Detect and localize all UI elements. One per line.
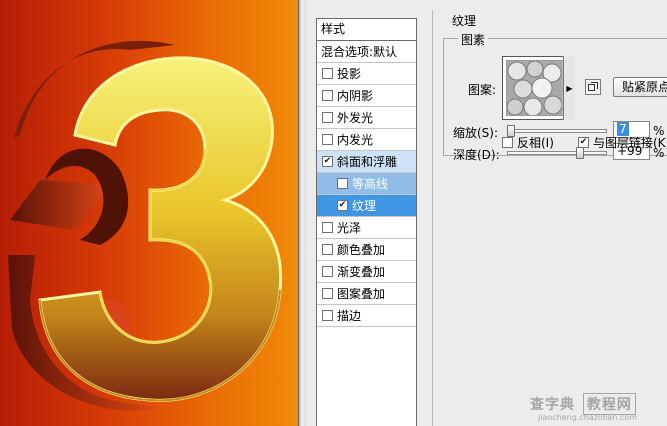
- gradient-overlay-checkbox[interactable]: [322, 266, 333, 277]
- gradient-overlay-label: 渐变叠加: [337, 264, 386, 279]
- link-with-layer-checkbox[interactable]: ✔: [578, 137, 589, 148]
- drop-shadow-checkbox[interactable]: [322, 68, 333, 79]
- pattern-label: 图案:: [468, 83, 497, 97]
- contour-label: 等高线: [352, 176, 389, 191]
- texture-label: 纹理: [352, 198, 377, 213]
- inner-shadow-checkbox[interactable]: [322, 90, 333, 101]
- chevron-right-icon: ▶: [566, 83, 573, 93]
- inner-shadow-label: 内阴影: [337, 88, 374, 103]
- new-preset-icon: [588, 82, 598, 91]
- color-overlay-label: 颜色叠加: [337, 242, 386, 257]
- pattern-overlay-label: 图案叠加: [337, 286, 386, 301]
- watermark-main-b: 教程网: [582, 393, 636, 415]
- snap-to-origin-button[interactable]: 贴紧原点: [613, 77, 667, 97]
- color-overlay-checkbox[interactable]: [322, 244, 333, 255]
- satin-checkbox[interactable]: [322, 222, 333, 233]
- style-item-contour[interactable]: 等高线: [317, 173, 416, 195]
- stroke-label: 描边: [337, 308, 362, 323]
- blending-options-label: 混合选项:默认: [321, 44, 398, 59]
- new-preset-button[interactable]: [585, 79, 601, 95]
- style-item-stroke[interactable]: 描边: [317, 305, 416, 327]
- satin-label: 光泽: [337, 220, 362, 235]
- invert-checkbox[interactable]: [502, 137, 513, 148]
- style-item-bevel-emboss[interactable]: ✔ 斜面和浮雕: [317, 151, 416, 173]
- inner-glow-label: 内发光: [337, 132, 374, 147]
- style-item-texture[interactable]: ✔ 纹理: [317, 195, 416, 217]
- elements-group-title: 图素: [458, 31, 489, 48]
- pattern-preview: [506, 60, 571, 116]
- canvas-artwork: [8, 40, 283, 411]
- blending-options-item[interactable]: 混合选项:默认: [317, 41, 416, 63]
- style-item-inner-glow[interactable]: 内发光: [317, 129, 416, 151]
- texture-checkbox[interactable]: ✔: [337, 200, 348, 211]
- invert-option[interactable]: 反相(I): [502, 134, 554, 151]
- texture-section-title: 纹理: [452, 14, 477, 28]
- drop-shadow-label: 投影: [337, 66, 362, 81]
- bevel-emboss-checkbox[interactable]: ✔: [322, 156, 333, 167]
- style-item-gradient-overlay[interactable]: 渐变叠加: [317, 261, 416, 283]
- inner-glow-checkbox[interactable]: [322, 134, 333, 145]
- invert-label: 反相(I): [517, 136, 554, 150]
- scale-slider[interactable]: [507, 125, 607, 137]
- style-item-drop-shadow[interactable]: 投影: [317, 63, 416, 85]
- style-item-outer-glow[interactable]: 外发光: [317, 107, 416, 129]
- style-item-color-overlay[interactable]: 颜色叠加: [317, 239, 416, 261]
- layer-styles-list: 样式 混合选项:默认 投影 内阴影 外发光 内发光 ✔ 斜面和浮雕 等高线 ✔ …: [316, 18, 417, 426]
- style-item-pattern-overlay[interactable]: 图案叠加: [317, 283, 416, 305]
- bevel-emboss-label: 斜面和浮雕: [337, 154, 398, 169]
- outer-glow-label: 外发光: [337, 110, 374, 125]
- style-item-inner-shadow[interactable]: 内阴影: [317, 85, 416, 107]
- styles-header[interactable]: 样式: [317, 19, 416, 41]
- pattern-dropdown-arrow[interactable]: ▶: [563, 56, 575, 120]
- panel-divider: [298, 0, 306, 426]
- depth-slider[interactable]: [507, 147, 607, 159]
- depth-label: 深度(D):: [453, 148, 500, 162]
- outer-glow-checkbox[interactable]: [322, 112, 333, 123]
- watermark-url: jiaocheng.chazidian.com: [538, 413, 638, 422]
- link-with-layer-option[interactable]: ✔ 与图层链接(K): [578, 134, 667, 151]
- scale-label: 缩放(S):: [453, 126, 499, 140]
- pattern-overlay-checkbox[interactable]: [322, 288, 333, 299]
- contour-checkbox[interactable]: [337, 178, 348, 189]
- watermark: 查字典 教程网: [530, 393, 636, 415]
- document-canvas[interactable]: 3: [0, 0, 298, 426]
- watermark-main-a: 查字典: [530, 397, 575, 413]
- link-with-layer-label: 与图层链接(K): [593, 136, 667, 150]
- style-item-satin[interactable]: 光泽: [317, 217, 416, 239]
- stroke-checkbox[interactable]: [322, 310, 333, 321]
